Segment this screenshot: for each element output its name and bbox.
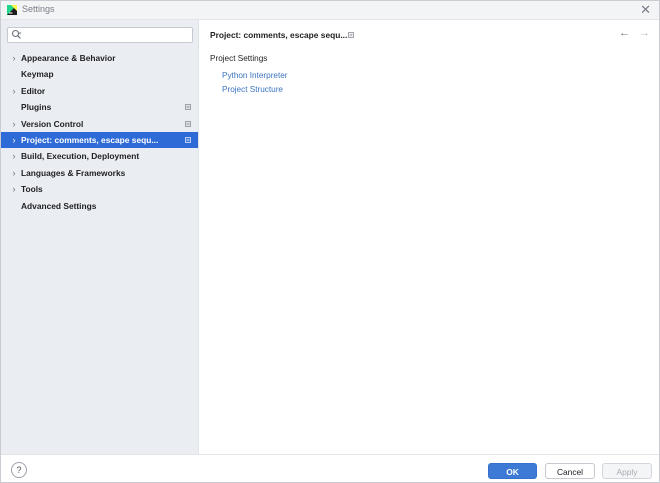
- search-input[interactable]: [25, 28, 185, 42]
- sidebar-item-label: Project: comments, escape sequ...: [21, 134, 159, 145]
- pycharm-app-icon: [7, 5, 17, 15]
- chevron-right-icon[interactable]: ›: [10, 132, 18, 148]
- sidebar-item-appearance-behavior[interactable]: › Appearance & Behavior: [1, 50, 198, 66]
- sidebar-item-tools[interactable]: › Tools: [1, 181, 198, 197]
- forward-arrow-icon[interactable]: →: [639, 27, 650, 39]
- sidebar-item-editor[interactable]: › Editor: [1, 83, 198, 99]
- section-title: Project Settings: [210, 54, 268, 63]
- sidebar-item-label: Build, Execution, Deployment: [21, 151, 140, 162]
- project-level-settings-icon: [185, 120, 191, 127]
- sidebar-item-label: Editor: [21, 85, 46, 96]
- sidebar-item-label: Plugins: [21, 102, 52, 113]
- sidebar-item-version-control[interactable]: › Version Control: [1, 116, 198, 132]
- project-structure-link[interactable]: Project Structure: [222, 85, 283, 94]
- chevron-right-icon[interactable]: ›: [10, 148, 18, 164]
- back-arrow-icon[interactable]: ←: [619, 27, 630, 39]
- breadcrumb: Project: comments, escape sequ...: [210, 30, 348, 40]
- settings-tree: › Appearance & Behavior Keymap › Editor Plugi…: [1, 50, 198, 214]
- sidebar-item-label: Tools: [21, 184, 43, 195]
- sidebar-item-label: Appearance & Behavior: [21, 53, 116, 63]
- chevron-right-icon[interactable]: ›: [10, 83, 18, 99]
- cancel-button[interactable]: Cancel: [545, 463, 595, 479]
- chevron-right-icon[interactable]: ›: [10, 165, 18, 181]
- window-title: Settings: [22, 4, 55, 14]
- help-button[interactable]: ?: [11, 462, 27, 478]
- sidebar-item-advanced-settings[interactable]: Advanced Settings: [1, 198, 198, 214]
- main-panel: Project: comments, escape sequ... ← → Pr…: [199, 20, 659, 454]
- chevron-right-icon[interactable]: ›: [10, 116, 18, 132]
- settings-window: Settings ✕ › Appearance & Behavior Keymap ›…: [0, 0, 660, 483]
- sidebar-item-project-comments-escape-sequ[interactable]: › Project: comments, escape sequ...: [1, 131, 198, 149]
- python-interpreter-link[interactable]: Python Interpreter: [222, 71, 288, 80]
- project-level-settings-icon: [348, 32, 354, 38]
- ok-button[interactable]: OK: [488, 463, 537, 479]
- sidebar-item-keymap[interactable]: Keymap: [1, 66, 198, 82]
- settings-sidebar: › Appearance & Behavior Keymap › Editor Plugi…: [1, 20, 199, 454]
- sidebar-item-label: Languages & Frameworks: [21, 167, 126, 178]
- sidebar-item-label: Keymap: [21, 69, 54, 80]
- sidebar-item-languages-frameworks[interactable]: › Languages & Frameworks: [1, 165, 198, 181]
- sidebar-item-plugins[interactable]: Plugins: [1, 99, 198, 115]
- apply-button[interactable]: Apply: [602, 463, 652, 479]
- sidebar-item-label: Version Control: [21, 118, 84, 129]
- chevron-right-icon[interactable]: ›: [10, 50, 18, 66]
- title-bar[interactable]: Settings ✕: [1, 1, 659, 20]
- dialog-footer: ? OK Cancel Apply: [1, 454, 659, 482]
- close-icon[interactable]: ✕: [640, 2, 651, 18]
- search-field[interactable]: [7, 27, 193, 43]
- sidebar-item-label: Advanced Settings: [21, 200, 97, 211]
- project-level-settings-icon: [185, 137, 191, 143]
- sidebar-item-build-execution-deployment[interactable]: › Build, Execution, Deployment: [1, 148, 198, 164]
- search-icon: [11, 29, 22, 39]
- chevron-right-icon[interactable]: ›: [10, 181, 18, 197]
- project-level-settings-icon: [185, 104, 191, 111]
